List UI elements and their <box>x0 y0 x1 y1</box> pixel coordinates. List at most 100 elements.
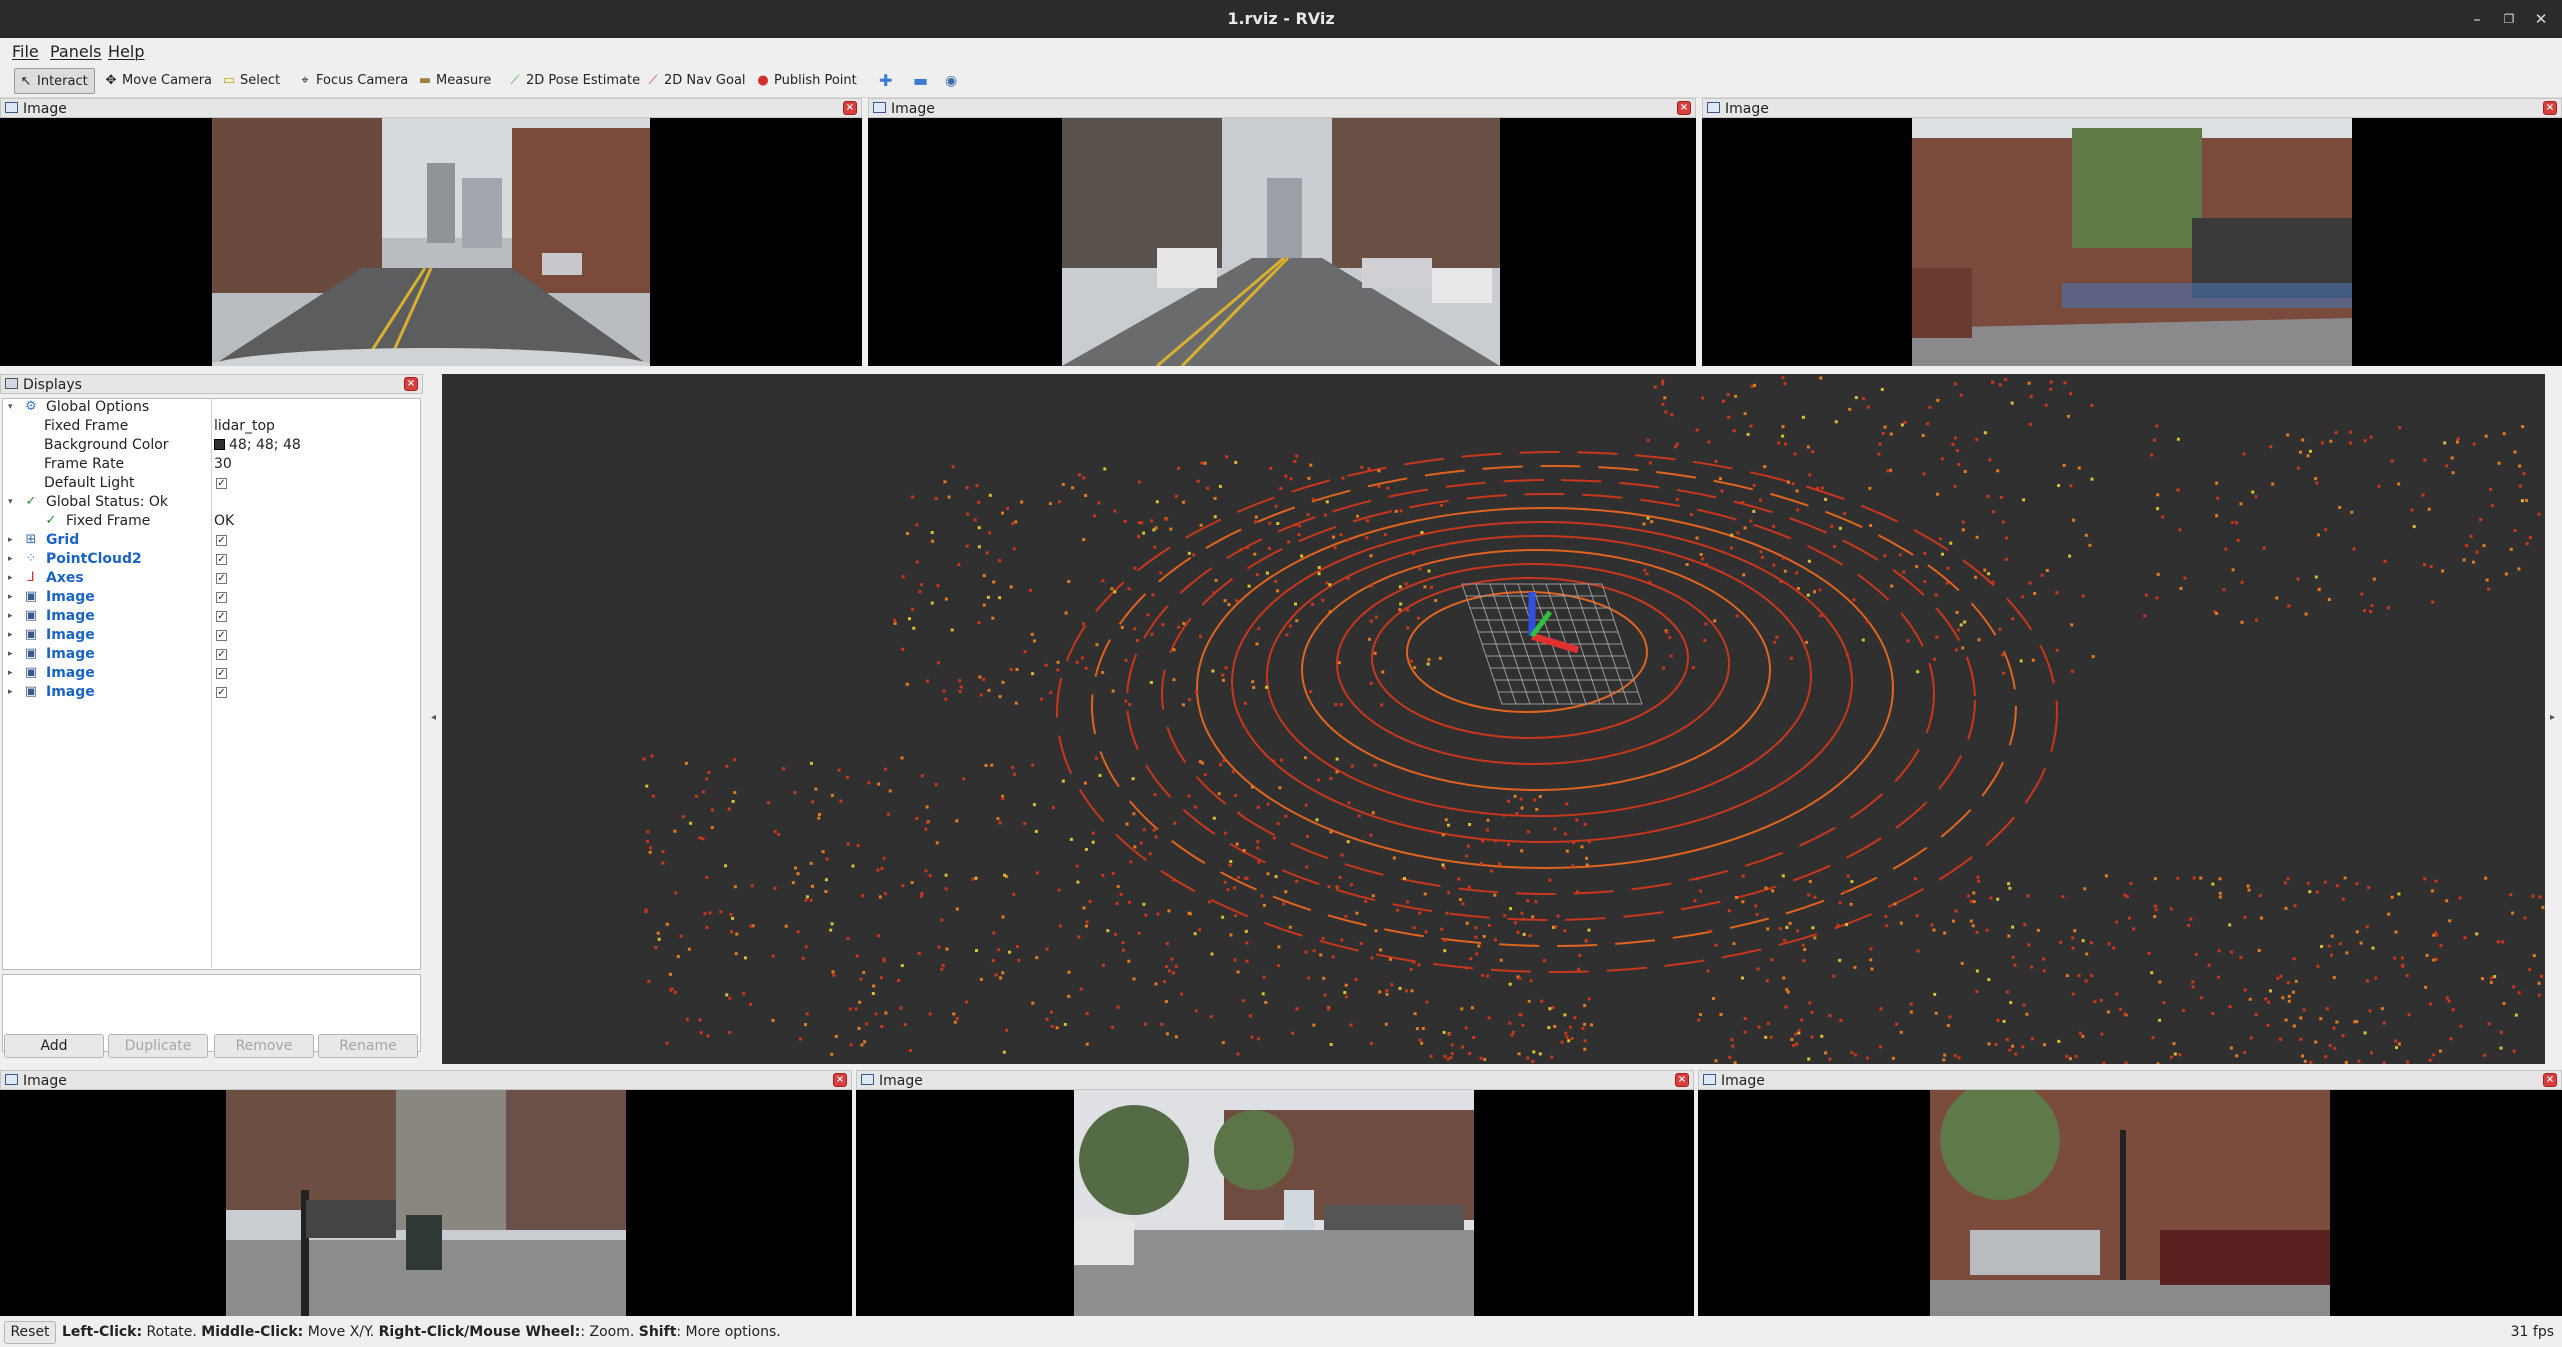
minimize-icon[interactable]: – <box>2466 8 2488 30</box>
lidar-point <box>2301 438 2305 442</box>
lidar-point <box>977 500 981 504</box>
publish-point-tool-button[interactable]: ● Publish Point <box>752 68 856 94</box>
remove-tool-icon[interactable]: ▬ <box>910 68 928 94</box>
lidar-point <box>1317 566 1321 569</box>
collapsed-arrow-icon[interactable]: ▸ <box>8 588 18 607</box>
tree-row-axes[interactable]: ▸ ⅃ Axes ✓ <box>2 569 421 588</box>
image-checkbox[interactable]: ✓ <box>216 611 227 622</box>
tree-row-image[interactable]: ▸ ▣ Image ✓ <box>2 626 421 645</box>
tree-row-image[interactable]: ▸ ▣ Image ✓ <box>2 588 421 607</box>
lidar-point <box>1131 777 1135 781</box>
measure-tool-button[interactable]: ▬ Measure <box>414 68 491 94</box>
remove-display-button[interactable]: Remove <box>214 1034 314 1058</box>
lidar-point <box>793 791 797 794</box>
lidar-point <box>2341 897 2345 901</box>
close-panel-icon[interactable]: × <box>1675 1073 1689 1087</box>
tree-row-image[interactable]: ▸ ▣ Image ✓ <box>2 607 421 626</box>
lidar-point <box>908 1049 912 1052</box>
add-display-button[interactable]: Add <box>4 1034 104 1058</box>
tree-row-grid[interactable]: ▸ ⊞ Grid ✓ <box>2 531 421 550</box>
nav-goal-tool-button[interactable]: ⟋ 2D Nav Goal <box>642 68 745 94</box>
lidar-point <box>1646 438 1650 442</box>
tree-row-image[interactable]: ▸ ▣ Image ✓ <box>2 664 421 683</box>
rename-display-button[interactable]: Rename <box>318 1034 418 1058</box>
lidar-point <box>2216 975 2220 979</box>
background-color-value[interactable]: 48; 48; 48 <box>214 436 301 455</box>
focus-camera-tool-button[interactable]: ⌖ Focus Camera <box>294 68 408 94</box>
move-camera-tool-button[interactable]: ✥ Move Camera <box>100 68 212 94</box>
lidar-point <box>1084 666 1088 670</box>
lidar-point <box>2472 442 2476 446</box>
duplicate-display-button[interactable]: Duplicate <box>108 1034 208 1058</box>
tree-row-image[interactable]: ▸ ▣ Image ✓ <box>2 645 421 664</box>
lidar-point <box>2350 510 2354 514</box>
close-panel-icon[interactable]: × <box>404 377 418 391</box>
close-panel-icon[interactable]: × <box>1677 101 1691 115</box>
tree-row-image[interactable]: ▸ ▣ Image ✓ <box>2 683 421 702</box>
close-panel-icon[interactable]: × <box>833 1073 847 1087</box>
tree-row-default-light[interactable]: Default Light ✓ <box>2 474 421 493</box>
add-tool-icon[interactable]: ✚ <box>876 68 892 94</box>
pose-estimate-tool-button[interactable]: ⟋ 2D Pose Estimate <box>504 68 640 94</box>
image-checkbox[interactable]: ✓ <box>216 630 227 641</box>
lidar-point <box>1429 1054 1433 1058</box>
menu-file[interactable]: File <box>12 42 39 61</box>
select-tool-button[interactable]: ▭ Select <box>218 68 280 94</box>
axes-checkbox[interactable]: ✓ <box>216 573 227 584</box>
image-checkbox[interactable]: ✓ <box>216 687 227 698</box>
image-checkbox[interactable]: ✓ <box>216 668 227 679</box>
restore-icon[interactable]: ❐ <box>2498 8 2520 30</box>
menu-panels[interactable]: Panels <box>50 42 102 61</box>
pointcloud2-checkbox[interactable]: ✓ <box>216 554 227 565</box>
lidar-point <box>1268 521 1272 525</box>
collapsed-arrow-icon[interactable]: ▸ <box>8 645 18 664</box>
lidar-point <box>2397 892 2401 896</box>
lidar-point <box>1329 777 1333 780</box>
lidar-point <box>1772 563 1776 567</box>
expand-arrow-icon[interactable]: ▾ <box>8 398 18 417</box>
render-view-3d[interactable] <box>442 374 2545 1064</box>
lidar-point <box>2445 464 2449 468</box>
close-panel-icon[interactable]: × <box>843 101 857 115</box>
lidar-point <box>2514 1013 2518 1017</box>
lidar-point <box>1948 1015 1952 1019</box>
menu-help[interactable]: Help <box>108 42 144 61</box>
tool-properties-icon[interactable]: ◉ <box>942 68 957 94</box>
fixed-frame-value[interactable]: lidar_top <box>214 417 275 436</box>
close-panel-icon[interactable]: × <box>2543 1073 2557 1087</box>
tree-row-pointcloud2[interactable]: ▸ ⁘ PointCloud2 ✓ <box>2 550 421 569</box>
close-panel-icon[interactable]: × <box>2543 101 2557 115</box>
lidar-point <box>1424 930 1428 934</box>
lidar-point <box>1785 925 1789 929</box>
collapsed-arrow-icon[interactable]: ▸ <box>8 683 18 702</box>
collapse-right-arrow-icon[interactable]: ▸ <box>2550 712 2555 723</box>
collapsed-arrow-icon[interactable]: ▸ <box>8 569 18 588</box>
collapsed-arrow-icon[interactable]: ▸ <box>8 626 18 645</box>
lidar-point <box>955 1017 959 1021</box>
lidar-point <box>1801 415 1805 419</box>
image-checkbox[interactable]: ✓ <box>216 592 227 603</box>
frame-rate-value[interactable]: 30 <box>214 455 232 474</box>
lidar-point <box>2150 971 2154 975</box>
lidar-point <box>1975 990 1979 994</box>
lidar-point <box>2091 655 2095 659</box>
collapsed-arrow-icon[interactable]: ▸ <box>8 531 18 550</box>
collapsed-arrow-icon[interactable]: ▸ <box>8 550 18 569</box>
lidar-point <box>901 575 905 579</box>
lidar-point <box>1891 1056 1895 1060</box>
lidar-point <box>1245 941 1249 945</box>
collapsed-arrow-icon[interactable]: ▸ <box>8 607 18 626</box>
collapsed-arrow-icon[interactable]: ▸ <box>8 664 18 683</box>
interact-tool-button[interactable]: ↖ Interact <box>14 68 95 94</box>
lidar-point <box>2090 477 2094 481</box>
image-checkbox[interactable]: ✓ <box>216 649 227 660</box>
reset-button[interactable]: Reset <box>4 1321 56 1344</box>
lidar-point <box>728 1031 732 1034</box>
collapse-left-arrow-icon[interactable]: ◂ <box>431 712 436 723</box>
default-light-checkbox[interactable]: ✓ <box>216 478 227 489</box>
expand-arrow-icon[interactable]: ▾ <box>8 493 18 512</box>
close-icon[interactable]: ✕ <box>2530 8 2552 30</box>
lidar-point <box>2487 587 2490 591</box>
grid-checkbox[interactable]: ✓ <box>216 535 227 546</box>
lidar-point <box>2371 946 2375 950</box>
